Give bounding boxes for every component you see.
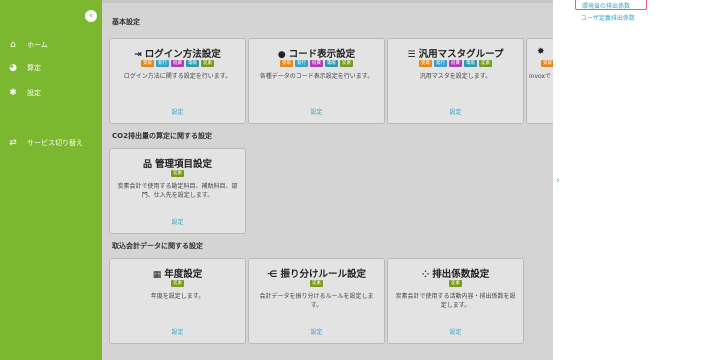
card-title: 汎用マスタグループ xyxy=(418,49,504,60)
card-description: ログイン方法に関する設定を行います。 xyxy=(123,73,232,80)
menu-item-moe-emission-factor[interactable]: 環境省の排出係数 xyxy=(575,0,647,10)
card-settings-link[interactable]: 設定 xyxy=(110,327,245,336)
card-year: ▦ 年度設定 炭素 年度を設定します。 設定 xyxy=(109,258,246,344)
badge-ebook: 電帳 xyxy=(464,60,477,67)
card-title: コード表示設定 xyxy=(288,49,356,60)
section-title-import: 取込会計データに関する設定 xyxy=(112,242,203,250)
right-panel xyxy=(553,0,720,360)
card-description: 年度を設定します。 xyxy=(150,293,205,300)
card-general-master: ☰ 汎用マスタグループ 受取 発行 経費 電帳 炭素 汎用マスタを設定します。 設… xyxy=(387,38,524,124)
menu-item-user-emission-factor[interactable]: ユーザ定義排出係数 xyxy=(581,13,635,22)
sidebar: ‹ ⌂ ホーム ◕ 算定 ✱ 設定 ⇄ サービス切り替え xyxy=(0,0,102,360)
badge-expense: 経費 xyxy=(449,60,462,67)
badge-carbon: 炭素 xyxy=(201,60,214,67)
chevron-right-icon[interactable]: › xyxy=(556,176,560,186)
badge-list: 炭素 xyxy=(110,280,245,287)
sidebar-item-home[interactable]: ⌂ ホーム xyxy=(6,38,48,52)
card-description: 炭素会計で使用する活動内容・排出係数を設定します。 xyxy=(395,293,516,309)
badge-receive: 受取 xyxy=(280,60,293,67)
badge-expense: 経費 xyxy=(310,60,323,67)
badge-carbon: 炭素 xyxy=(479,60,492,67)
section-title-co2: CO2排出量の算定に関する設定 xyxy=(112,132,212,140)
home-icon: ⌂ xyxy=(10,40,16,50)
divider xyxy=(102,0,553,3)
card-code-display: ● コード表示設定 受取 発行 経費 電帳 炭素 各種データのコード表示設定を行い… xyxy=(248,38,385,124)
section-title-basic: 基本設定 xyxy=(112,18,140,26)
card-settings-link[interactable]: 設定 xyxy=(249,107,384,116)
card-settings-link[interactable]: 設定 xyxy=(249,327,384,336)
grid-icon: ⁘ xyxy=(421,270,430,280)
card-title: 振り分けルール設定 xyxy=(280,269,366,280)
badge-carbon: 炭素 xyxy=(171,170,184,177)
code-icon: ● xyxy=(277,50,286,60)
card-description: 各種データのコード表示設定を行います。 xyxy=(259,73,374,80)
badge-carbon: 炭素 xyxy=(171,280,184,287)
badge-receive: 受取 xyxy=(541,60,553,67)
card-settings-link[interactable]: 設定 xyxy=(388,327,523,336)
card-login-method: ⇥ ログイン方法設定 受取 発行 経費 電帳 炭素 ログイン方法に関する設定を行い… xyxy=(109,38,246,124)
list-icon: ☰ xyxy=(407,50,416,60)
card-allocation-rule: ⋲ 振り分けルール設定 炭素 会計データを振り分けるルールを設定します。 設定 xyxy=(248,258,385,344)
badge-list: 受取 発行 経費 電帳 炭素 xyxy=(110,60,245,67)
login-icon: ⇥ xyxy=(134,50,142,60)
badge-list: 炭素 xyxy=(249,280,384,287)
gear-icon: ✱ xyxy=(9,88,17,98)
badge-list: 受取 xyxy=(527,60,553,67)
sitemap-icon: 品 xyxy=(142,160,152,170)
chevron-left-icon[interactable]: ‹ xyxy=(85,10,97,22)
badge-expense: 経費 xyxy=(171,60,184,67)
badge-list: 炭素 xyxy=(110,170,245,177)
badge-receive: 受取 xyxy=(141,60,154,67)
sidebar-item-label: 算定 xyxy=(27,64,41,72)
card-partial: ✸ 受取 invoxで xyxy=(526,38,553,124)
badge-carbon: 炭素 xyxy=(340,60,353,67)
badge-list: 受取 発行 経費 電帳 炭素 xyxy=(249,60,384,67)
sidebar-item-label: 設定 xyxy=(27,89,41,97)
card-settings-link[interactable]: 設定 xyxy=(388,107,523,116)
badge-issue: 発行 xyxy=(156,60,169,67)
card-description: 炭素会計で使用する勘定科目、補助科目、部門、仕入先を設定します。 xyxy=(117,183,238,199)
card-title: 管理項目設定 xyxy=(155,159,213,170)
card-settings-link[interactable]: 設定 xyxy=(110,107,245,116)
settings-icon: ✸ xyxy=(537,47,545,57)
badge-issue: 発行 xyxy=(434,60,447,67)
card-description: 会計データを振り分けるルールを設定します。 xyxy=(259,293,374,309)
calendar-icon: ▦ xyxy=(152,270,162,280)
badge-ebook: 電帳 xyxy=(325,60,338,67)
badge-receive: 受取 xyxy=(419,60,432,67)
badge-carbon: 炭素 xyxy=(449,280,462,287)
sidebar-item-calculation[interactable]: ◕ 算定 xyxy=(6,61,41,75)
badge-carbon: 炭素 xyxy=(310,280,323,287)
sidebar-item-service-switch[interactable]: ⇄ サービス切り替え xyxy=(6,136,83,150)
card-title: 年度設定 xyxy=(164,269,203,280)
sidebar-item-label: ホーム xyxy=(27,41,48,49)
card-description: 汎用マスタを設定します。 xyxy=(419,73,492,80)
branch-icon: ⋲ xyxy=(267,270,278,280)
sidebar-item-label: サービス切り替え xyxy=(27,139,83,147)
card-management-items: 品管理項目設定 炭素 炭素会計で使用する勘定科目、補助科目、部門、仕入先を設定し… xyxy=(109,148,246,234)
switch-icon: ⇄ xyxy=(9,138,17,148)
badge-issue: 発行 xyxy=(295,60,308,67)
sidebar-item-settings[interactable]: ✱ 設定 xyxy=(6,86,41,100)
card-title: ログイン方法設定 xyxy=(144,49,221,60)
badge-list: 炭素 xyxy=(388,280,523,287)
calculator-icon: ◕ xyxy=(9,63,17,73)
card-title: 排出係数設定 xyxy=(432,269,490,280)
card-settings-link[interactable]: 設定 xyxy=(110,217,245,226)
card-emission-factor: ⁘ 排出係数設定 炭素 炭素会計で使用する活動内容・排出係数を設定します。 設定 xyxy=(387,258,524,344)
badge-ebook: 電帳 xyxy=(186,60,199,67)
card-description: invoxで xyxy=(529,73,552,80)
badge-list: 受取 発行 経費 電帳 炭素 xyxy=(388,60,523,67)
main-content: 基本設定 ⇥ ログイン方法設定 受取 発行 経費 電帳 炭素 ログイン方法に関する… xyxy=(102,0,553,360)
